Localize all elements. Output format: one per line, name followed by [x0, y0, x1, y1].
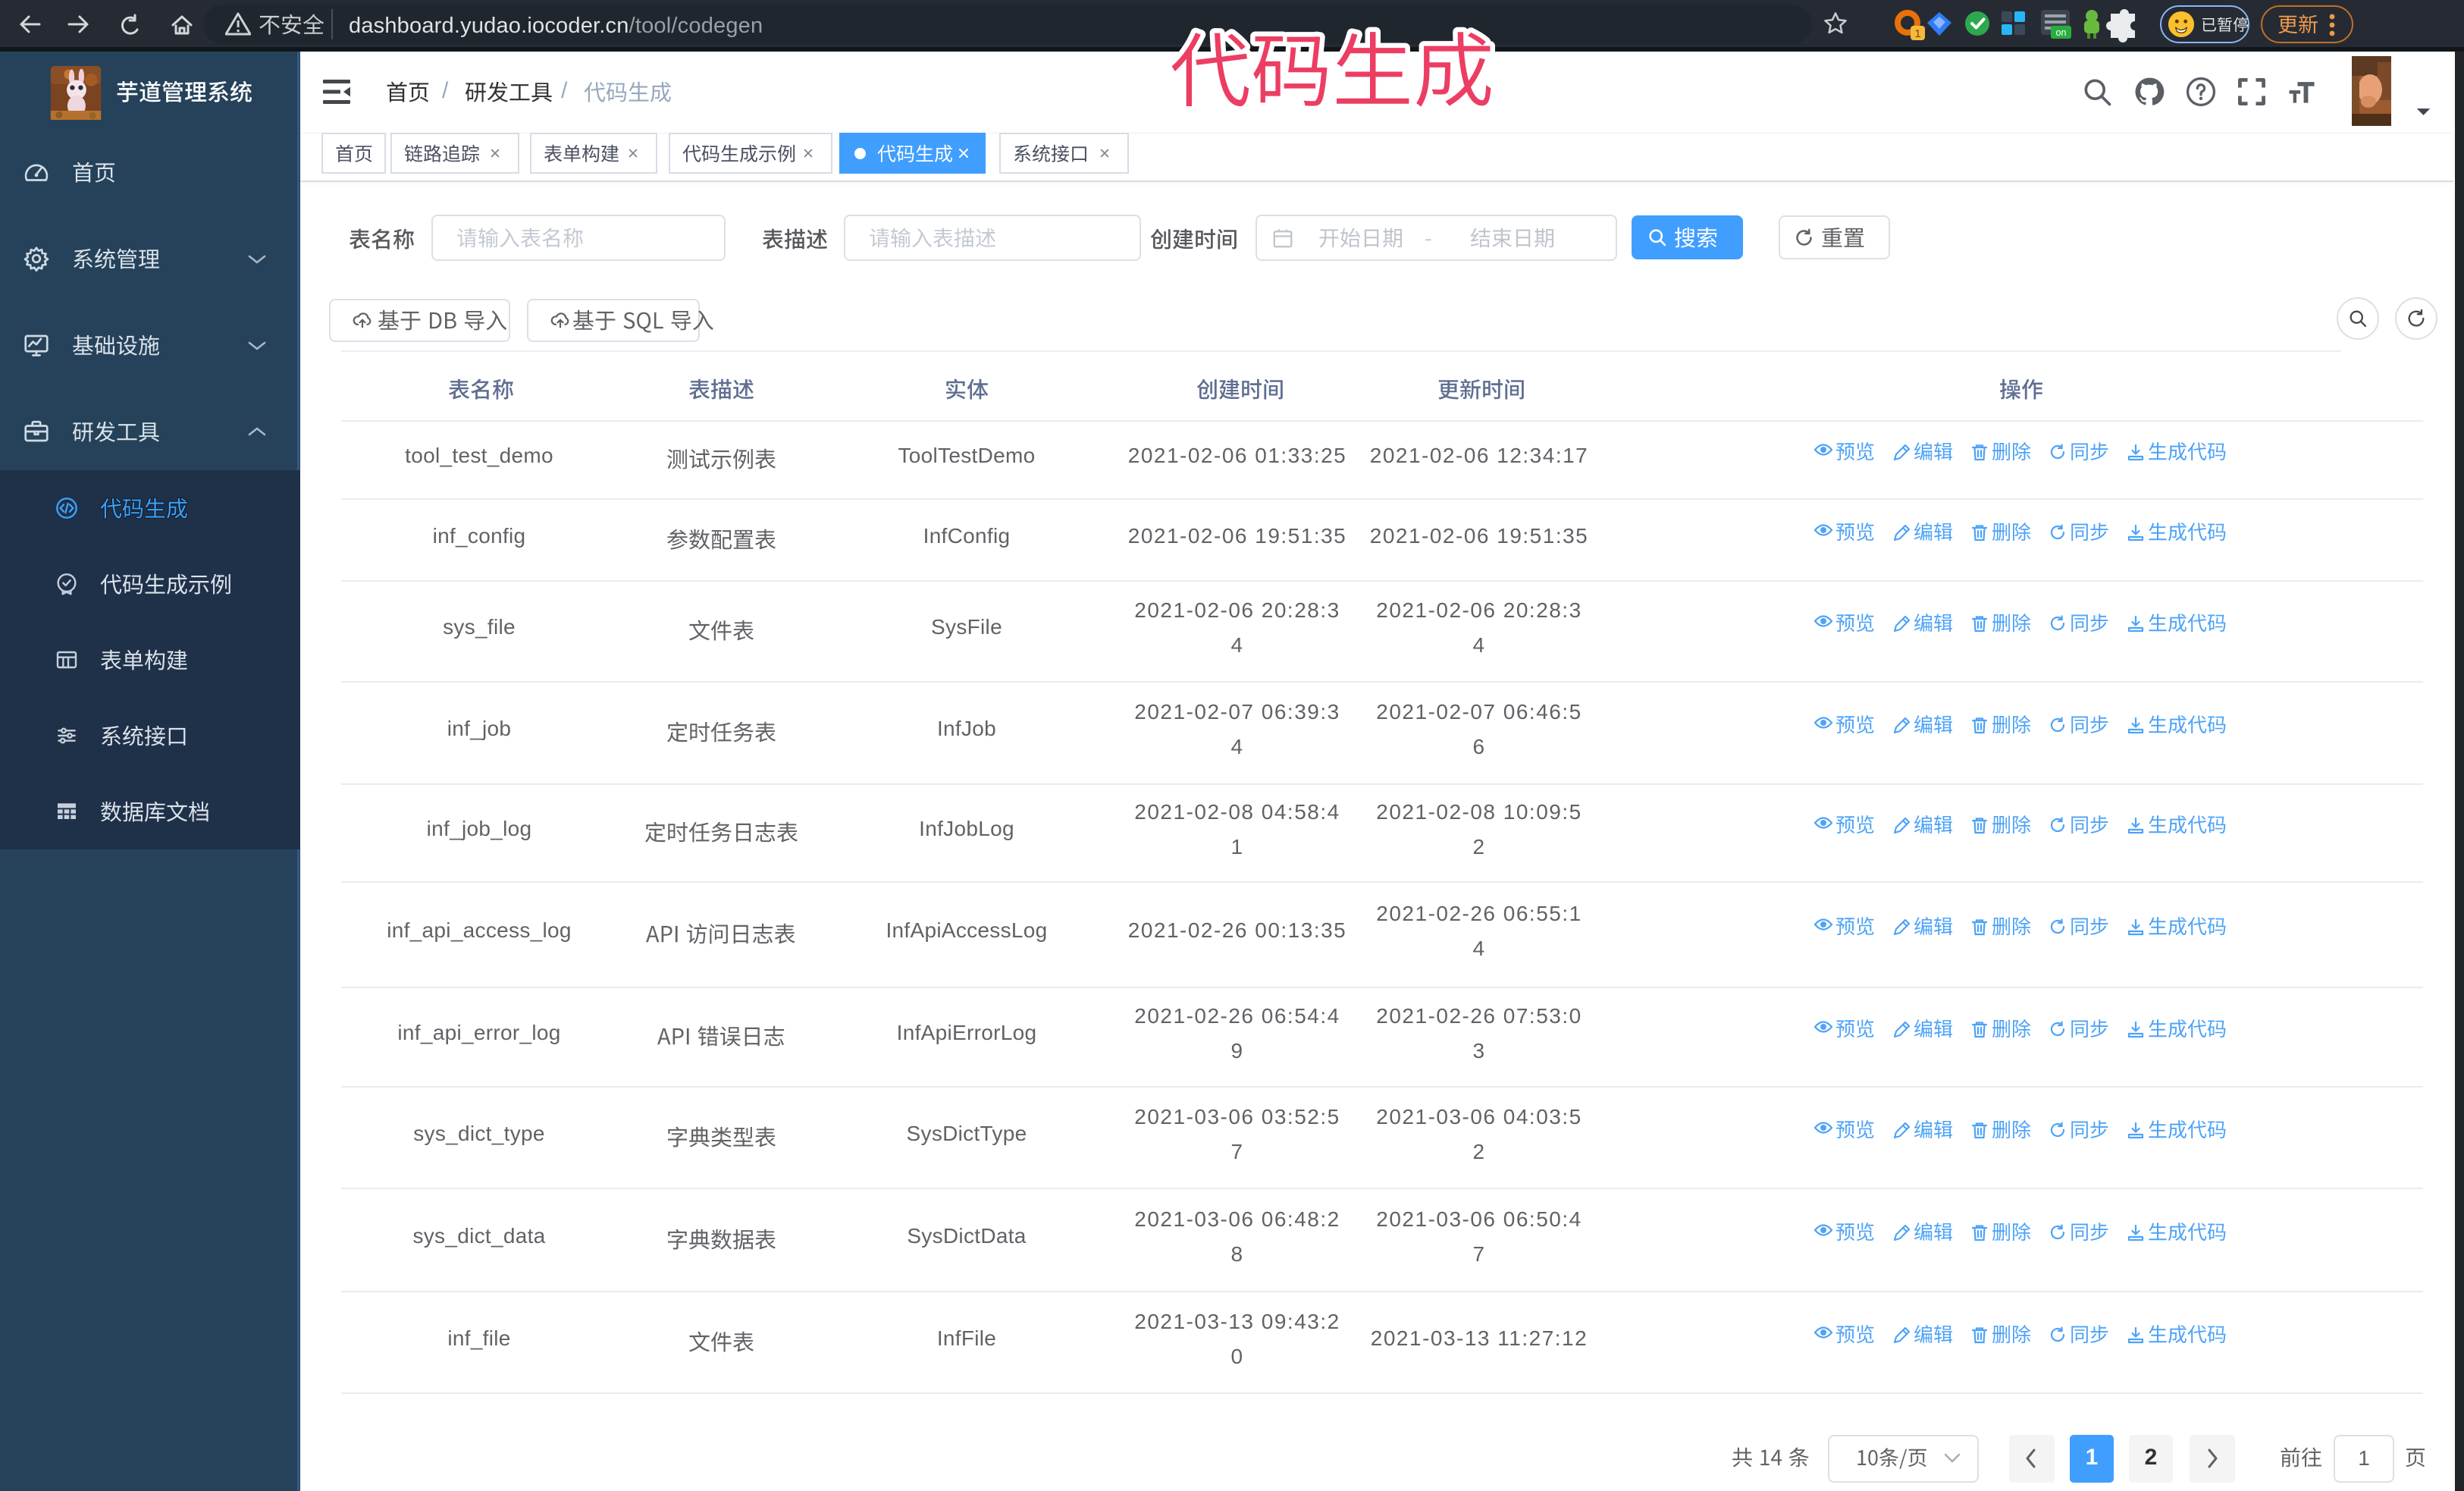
svg-text:on: on	[2056, 27, 2067, 38]
svg-text:1: 1	[1914, 27, 1920, 40]
